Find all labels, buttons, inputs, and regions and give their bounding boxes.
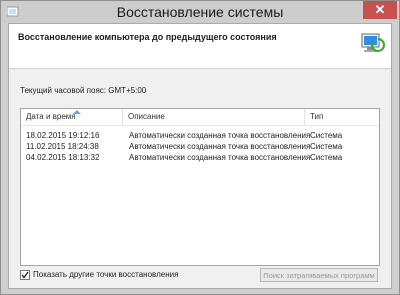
row-date: 11.02.2015 18:24:38	[26, 142, 99, 151]
sort-arrow-icon	[73, 110, 81, 114]
row-date: 04.02.2015 18:13:32	[26, 153, 100, 162]
row-description: Автоматически созданная точка восстановл…	[129, 131, 311, 140]
column-header-label: Тип	[310, 112, 324, 121]
row-type: Система	[310, 142, 343, 151]
client-area: Восстановление компьютера до предыдущего…	[8, 23, 392, 289]
column-header-label: Описание	[128, 112, 165, 121]
row-date: 18.02.2015 19:12:16	[26, 131, 100, 140]
row-type: Система	[310, 153, 343, 162]
page-title: Восстановление компьютера до предыдущего…	[18, 32, 277, 42]
system-restore-window: Восстановление системы ✕ Восстановление …	[0, 0, 400, 295]
column-header-date[interactable]: Дата и время	[21, 109, 123, 125]
column-header-label: Дата и время	[26, 112, 76, 121]
window-title: Восстановление системы	[116, 4, 284, 20]
search-affected-programs-button[interactable]: Поиск затрагиваемых программ	[260, 268, 378, 282]
row-description: Автоматически созданная точка восстановл…	[129, 153, 311, 162]
header-panel: Восстановление компьютера до предыдущего…	[9, 24, 391, 69]
row-type: Система	[310, 131, 343, 140]
restore-points-table[interactable]: Дата и время Описание Тип 18.02.2015 19:…	[20, 108, 380, 266]
show-more-checkbox[interactable]	[20, 270, 30, 280]
show-more-label[interactable]: Показать другие точки восстановления	[33, 270, 178, 279]
header-divider	[21, 125, 379, 126]
column-header-type[interactable]: Тип	[305, 109, 379, 125]
checkmark-icon	[21, 271, 29, 279]
row-description: Автоматически созданная точка восстановл…	[129, 142, 311, 151]
column-header-description[interactable]: Описание	[123, 109, 305, 125]
close-button[interactable]: ✕	[363, 1, 397, 19]
timezone-label: Текущий часовой пояс: GMT+5:00	[20, 86, 147, 95]
system-restore-icon	[361, 33, 385, 52]
title-bar[interactable]: Восстановление системы ✕	[1, 1, 399, 23]
